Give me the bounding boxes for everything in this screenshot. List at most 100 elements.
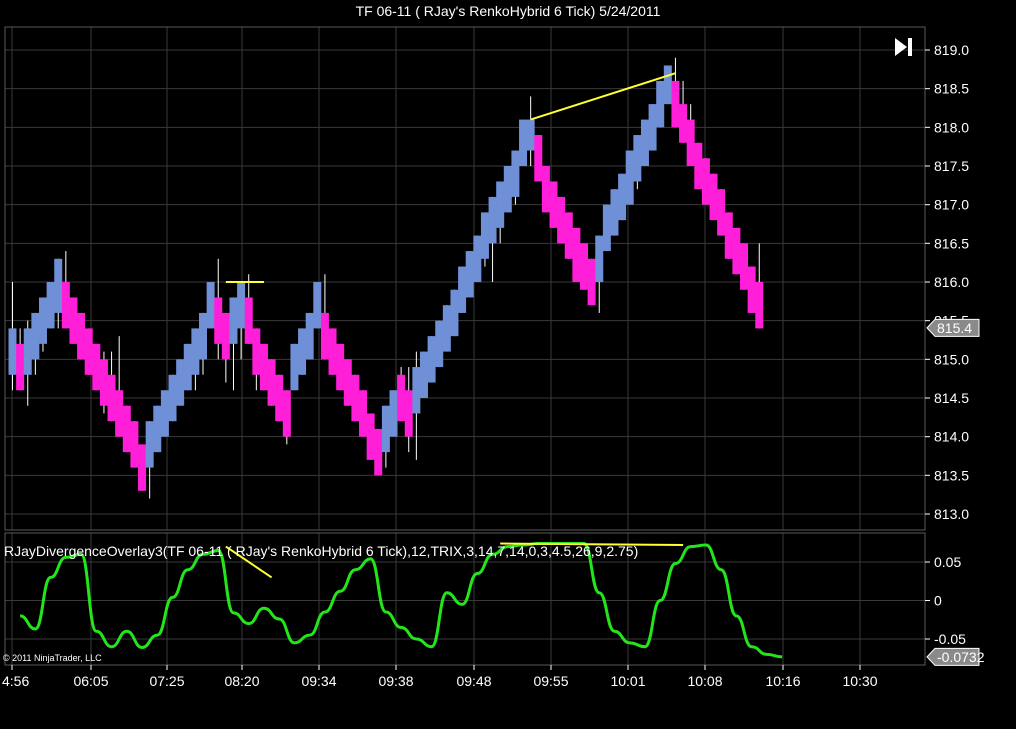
candle-down[interactable]: [99, 359, 108, 406]
candle-down[interactable]: [366, 413, 375, 460]
candle-down[interactable]: [557, 196, 566, 244]
candle-up[interactable]: [145, 421, 154, 468]
candle-down[interactable]: [130, 421, 139, 468]
play-to-end-button[interactable]: [891, 36, 917, 58]
candle-up[interactable]: [46, 282, 55, 329]
candle-down[interactable]: [107, 374, 116, 422]
candle-down[interactable]: [740, 243, 749, 290]
candle-down[interactable]: [328, 328, 337, 375]
candle-down[interactable]: [115, 390, 124, 437]
candle-up[interactable]: [23, 328, 32, 375]
candle-up[interactable]: [31, 312, 40, 360]
candle-up[interactable]: [412, 367, 421, 414]
candle-down[interactable]: [221, 312, 230, 360]
candle-up[interactable]: [381, 405, 390, 453]
candle-up[interactable]: [526, 119, 535, 151]
candle-down[interactable]: [84, 328, 93, 375]
candle-up[interactable]: [229, 297, 238, 344]
candle-up[interactable]: [176, 359, 185, 406]
candle-down[interactable]: [580, 243, 588, 290]
candle-down[interactable]: [694, 142, 703, 190]
candle-up[interactable]: [160, 390, 169, 437]
candle-up[interactable]: [389, 390, 398, 437]
candle-down[interactable]: [343, 359, 352, 406]
candle-down[interactable]: [16, 343, 25, 391]
candle-up[interactable]: [633, 135, 642, 182]
candle-up[interactable]: [480, 212, 489, 259]
candle-down[interactable]: [701, 158, 710, 205]
candle-down[interactable]: [747, 266, 756, 313]
candle-down[interactable]: [724, 212, 733, 259]
candle-down[interactable]: [732, 227, 741, 275]
candle-up[interactable]: [473, 235, 482, 282]
candle-up[interactable]: [496, 181, 505, 228]
candle-down[interactable]: [77, 312, 86, 360]
candle-up[interactable]: [595, 235, 604, 282]
candle-down[interactable]: [267, 359, 276, 406]
candle-down[interactable]: [572, 227, 581, 282]
candle-down[interactable]: [397, 374, 406, 422]
candle-down[interactable]: [359, 390, 368, 437]
candle-down[interactable]: [686, 119, 695, 166]
candle-down[interactable]: [671, 80, 680, 128]
candle-down[interactable]: [69, 297, 78, 344]
candle-up[interactable]: [153, 405, 162, 453]
candle-down[interactable]: [320, 312, 329, 360]
candle-up[interactable]: [458, 266, 467, 313]
candle-down[interactable]: [404, 390, 413, 437]
candle-down[interactable]: [275, 374, 284, 422]
candle-down[interactable]: [214, 297, 223, 344]
candle-up[interactable]: [191, 328, 200, 375]
candle-up[interactable]: [54, 258, 63, 313]
candle-up[interactable]: [237, 282, 246, 329]
candle-up[interactable]: [488, 196, 497, 244]
candle-up[interactable]: [38, 297, 47, 344]
candle-down[interactable]: [92, 343, 101, 391]
candle-up[interactable]: [313, 282, 322, 329]
candle-down[interactable]: [374, 428, 383, 476]
candle-up[interactable]: [168, 374, 177, 422]
candle-up[interactable]: [298, 328, 307, 375]
candle-up[interactable]: [663, 65, 672, 105]
candle-down[interactable]: [138, 444, 147, 491]
candle-down[interactable]: [244, 297, 253, 344]
candle-down[interactable]: [336, 343, 345, 391]
candle-down[interactable]: [541, 166, 550, 213]
candle-up[interactable]: [183, 343, 192, 391]
candle-up[interactable]: [618, 173, 627, 221]
candle-up[interactable]: [290, 343, 299, 391]
candle-up[interactable]: [602, 204, 611, 252]
candle-up[interactable]: [419, 351, 428, 398]
candle-up[interactable]: [503, 166, 512, 213]
candle-down[interactable]: [564, 212, 573, 259]
candle-up[interactable]: [640, 119, 649, 166]
candle-down[interactable]: [351, 374, 360, 422]
candle-up[interactable]: [435, 320, 444, 368]
candle-down[interactable]: [61, 282, 70, 329]
candle-up[interactable]: [519, 119, 528, 166]
candle-up[interactable]: [625, 150, 634, 205]
candle-down[interactable]: [549, 181, 558, 228]
candle-up[interactable]: [648, 104, 657, 151]
candle-down[interactable]: [282, 390, 291, 437]
chart-canvas[interactable]: 813.0813.5814.0814.5815.0815.5816.0816.5…: [0, 0, 1016, 729]
price-candles[interactable]: [8, 57, 764, 499]
candle-down[interactable]: [587, 258, 596, 306]
candle-up[interactable]: [610, 189, 619, 236]
candle-up[interactable]: [8, 328, 17, 375]
candle-up[interactable]: [206, 282, 215, 329]
candle-up[interactable]: [199, 312, 207, 360]
candle-down[interactable]: [252, 328, 261, 375]
candle-up[interactable]: [442, 305, 451, 352]
candle-down[interactable]: [755, 282, 764, 329]
candle-up[interactable]: [305, 312, 314, 360]
candle-down[interactable]: [122, 405, 131, 453]
candle-down[interactable]: [259, 343, 268, 391]
candle-up[interactable]: [656, 80, 665, 128]
candle-up[interactable]: [427, 336, 436, 383]
candle-down[interactable]: [534, 135, 543, 182]
candle-down[interactable]: [679, 104, 688, 143]
candle-up[interactable]: [450, 289, 459, 337]
candle-up[interactable]: [465, 251, 474, 298]
candle-down[interactable]: [709, 173, 718, 221]
